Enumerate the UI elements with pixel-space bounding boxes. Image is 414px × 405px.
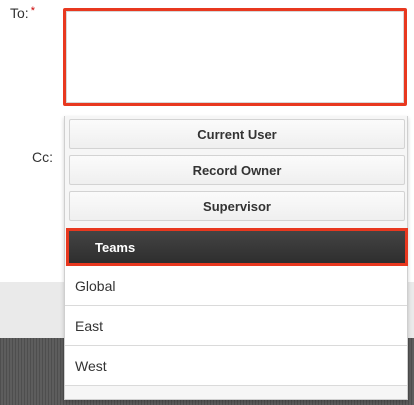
cc-label: Cc: — [32, 149, 53, 165]
to-label-text: To: — [10, 5, 29, 21]
to-label: To: * — [10, 5, 35, 21]
supervisor-option[interactable]: Supervisor — [69, 191, 405, 221]
teams-header: Teams — [66, 228, 408, 266]
team-item-west[interactable]: West — [65, 346, 407, 386]
required-marker: * — [30, 5, 35, 17]
to-field[interactable] — [63, 8, 407, 106]
team-item-global[interactable]: Global — [65, 266, 407, 306]
recipient-dropdown: Current User Record Owner Supervisor Tea… — [64, 116, 408, 400]
record-owner-option[interactable]: Record Owner — [69, 155, 405, 185]
team-item-east[interactable]: East — [65, 306, 407, 346]
current-user-option[interactable]: Current User — [69, 119, 405, 149]
